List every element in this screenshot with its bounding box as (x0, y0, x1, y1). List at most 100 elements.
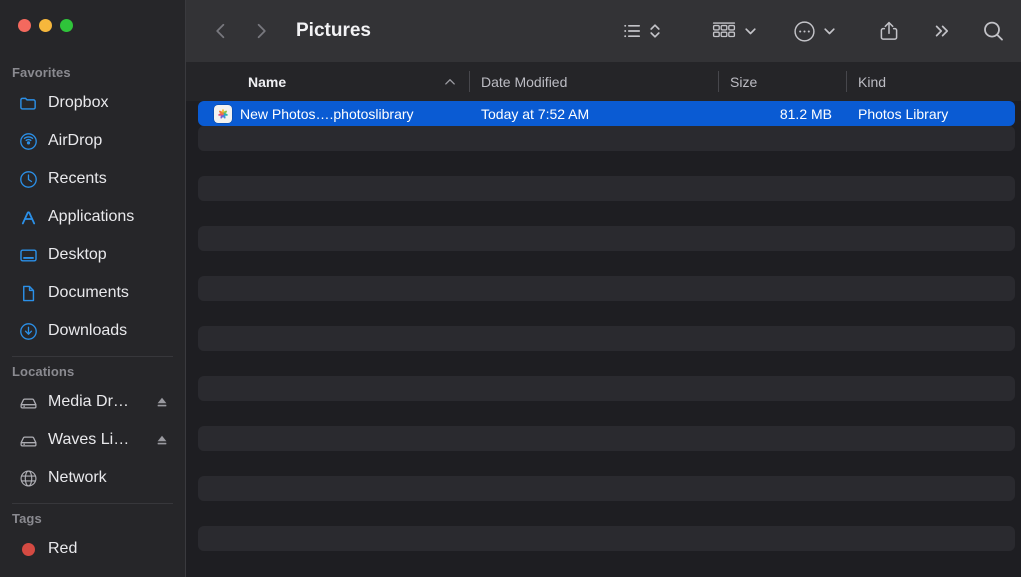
minimize-button[interactable] (39, 19, 52, 32)
row-stripe (198, 376, 1015, 401)
globe-icon (18, 468, 38, 488)
sidebar-item-label: Media Dr… (48, 393, 129, 410)
cell-size: 81.2 MB (779, 105, 832, 122)
column-header-kind[interactable]: Kind (846, 62, 1021, 101)
photos-library-icon (214, 104, 232, 123)
empty-rows-container (186, 126, 1021, 551)
sidebar-section-title-favorites: Favorites (12, 65, 71, 80)
cell-name: New Photos….photoslibrary (186, 101, 469, 126)
tag-dot-icon (18, 539, 38, 559)
document-icon (18, 283, 38, 303)
applications-icon (18, 207, 38, 227)
row-stripe (198, 501, 1015, 526)
group-by-icon[interactable] (709, 14, 739, 48)
eject-icon[interactable] (155, 433, 169, 447)
sidebar-item-waves-library[interactable]: Waves Li… (6, 421, 179, 459)
chevron-down-icon[interactable] (742, 14, 759, 48)
cell-kind: Photos Library (858, 105, 949, 122)
sidebar-item-recents[interactable]: Recents (6, 160, 179, 198)
chevron-down-icon[interactable] (821, 14, 838, 48)
empty-row (186, 451, 1021, 476)
column-header-date-modified[interactable]: Date Modified (469, 62, 718, 101)
action-menu-control[interactable] (791, 14, 838, 48)
empty-row (186, 476, 1021, 501)
close-button[interactable] (18, 19, 31, 32)
empty-row (186, 151, 1021, 176)
sidebar-item-tag-red[interactable]: Red (6, 530, 179, 568)
sidebar-section-tags: Tags Red (0, 508, 185, 568)
sidebar-item-label: Applications (48, 208, 135, 225)
sidebar-scroll-area[interactable]: Favorites Dropbox AirDrop Recents Applic… (0, 62, 185, 577)
row-stripe (198, 301, 1015, 326)
maximize-button[interactable] (60, 19, 73, 32)
column-header-label: Date Modified (481, 73, 568, 90)
list-view-icon[interactable] (619, 14, 645, 48)
eject-icon[interactable] (155, 395, 169, 409)
row-stripe (198, 226, 1015, 251)
empty-row (186, 251, 1021, 276)
empty-row (186, 376, 1021, 401)
sidebar-divider (12, 356, 173, 357)
empty-row (186, 176, 1021, 201)
content-area: Pictures Name Date Modified Size Kind Ne… (186, 0, 1021, 577)
empty-row (186, 276, 1021, 301)
row-stripe (198, 426, 1015, 451)
empty-row (186, 501, 1021, 526)
sidebar: Favorites Dropbox AirDrop Recents Applic… (0, 0, 186, 577)
empty-row (186, 426, 1021, 451)
column-header-row: Name Date Modified Size Kind (186, 62, 1021, 102)
up-down-chevron-icon[interactable] (645, 14, 665, 48)
column-header-name[interactable]: Name (186, 62, 469, 101)
clock-icon (18, 169, 38, 189)
sidebar-item-label: Recents (48, 170, 107, 187)
sidebar-item-label: AirDrop (48, 132, 103, 149)
row-stripe (198, 251, 1015, 276)
sidebar-section-title-locations: Locations (12, 364, 75, 379)
group-by-control[interactable] (709, 14, 759, 48)
airdrop-icon (18, 131, 38, 151)
sidebar-section-favorites: Favorites Dropbox AirDrop Recents Applic… (0, 62, 185, 350)
empty-row (186, 326, 1021, 351)
sidebar-item-network[interactable]: Network (6, 459, 179, 497)
row-stripe (198, 151, 1015, 176)
sidebar-item-airdrop[interactable]: AirDrop (6, 122, 179, 160)
share-icon[interactable] (876, 14, 902, 48)
sidebar-item-desktop[interactable]: Desktop (6, 236, 179, 274)
sidebar-item-label: Red (48, 540, 78, 557)
sidebar-item-label: Waves Li… (48, 431, 130, 448)
row-stripe (198, 526, 1015, 551)
table-row[interactable]: New Photos….photoslibrary Today at 7:52 … (186, 101, 1021, 126)
sidebar-item-dropbox[interactable]: Dropbox (6, 84, 179, 122)
sidebar-item-applications[interactable]: Applications (6, 198, 179, 236)
window-controls (18, 19, 73, 32)
back-button[interactable] (204, 14, 238, 48)
ellipsis-circle-icon[interactable] (791, 14, 818, 48)
sidebar-item-label: Desktop (48, 246, 107, 263)
double-chevron-right-icon[interactable] (930, 14, 954, 48)
forward-button[interactable] (244, 14, 278, 48)
sidebar-section-locations: Locations Media Dr… Waves Li… Network (0, 361, 185, 497)
sidebar-item-label: Network (48, 469, 107, 486)
empty-row (186, 201, 1021, 226)
sidebar-item-documents[interactable]: Documents (6, 274, 179, 312)
desktop-icon (18, 245, 38, 265)
row-stripe (198, 351, 1015, 376)
column-divider[interactable] (846, 71, 847, 92)
file-list[interactable]: New Photos….photoslibrary Today at 7:52 … (186, 101, 1021, 577)
row-stripe (198, 476, 1015, 501)
sidebar-item-media-drive[interactable]: Media Dr… (6, 383, 179, 421)
row-stripe (198, 126, 1015, 151)
sort-ascending-icon (443, 75, 457, 89)
column-header-label: Size (730, 73, 758, 90)
empty-row (186, 526, 1021, 551)
column-divider[interactable] (469, 71, 470, 92)
row-stripe (198, 451, 1015, 476)
column-divider[interactable] (718, 71, 719, 92)
sidebar-item-downloads[interactable]: Downloads (6, 312, 179, 350)
search-icon[interactable] (980, 14, 1007, 48)
external-drive-icon (18, 392, 38, 412)
row-stripe (198, 201, 1015, 226)
external-drive-icon (18, 430, 38, 450)
column-header-size[interactable]: Size (718, 62, 846, 101)
sidebar-item-label: Downloads (48, 322, 128, 339)
